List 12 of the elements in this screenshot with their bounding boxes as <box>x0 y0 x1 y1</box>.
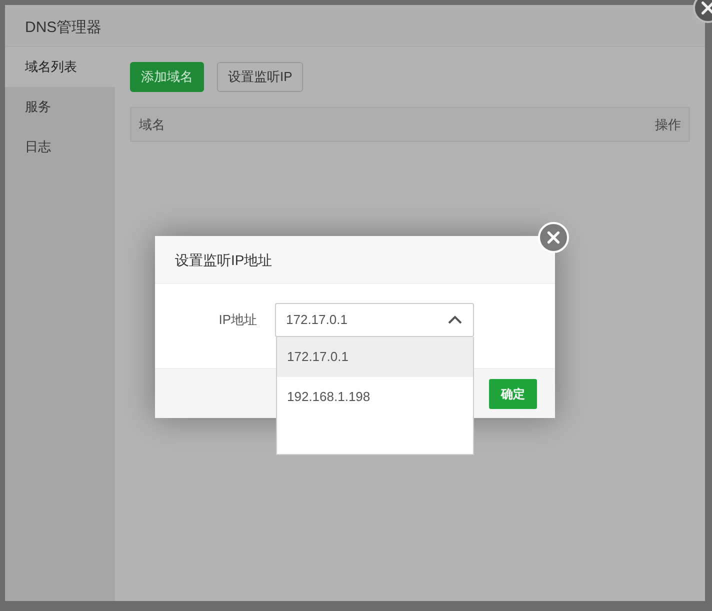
column-header: 操作 <box>655 116 681 134</box>
ip-select[interactable]: 172.17.0.1 <box>275 303 474 337</box>
sidebar-item[interactable]: 域名列表 <box>5 47 115 87</box>
dialog-title: 设置监听IP地址 <box>155 236 555 284</box>
dropdown-option[interactable]: 172.17.0.1 <box>277 337 473 377</box>
settings-button[interactable]: 设置监听IP <box>217 62 304 92</box>
select-value: 172.17.0.1 <box>286 311 348 329</box>
field-label: IP地址 <box>218 311 258 329</box>
confirm-button[interactable]: 确定 <box>489 378 537 408</box>
dropdown-option[interactable]: 192.168.1.198 <box>277 377 473 417</box>
add-button[interactable]: 添加域名 <box>130 62 204 92</box>
column-header: 域名 <box>139 116 165 134</box>
